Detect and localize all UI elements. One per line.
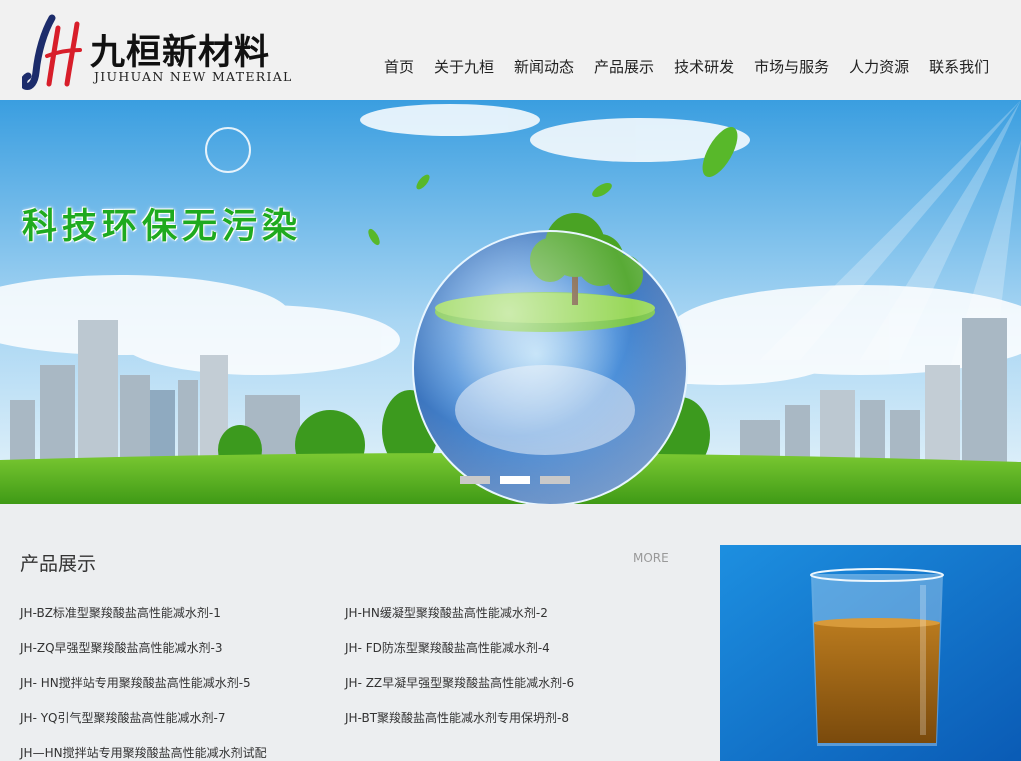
banner-image: [0, 100, 1021, 504]
nav-item-about[interactable]: 关于九桓: [424, 56, 504, 77]
product-item[interactable]: JH-ZQ早强型聚羧酸盐高性能减水剂-3: [20, 639, 223, 656]
product-item[interactable]: JH-HN缓凝型聚羧酸盐高性能减水剂-2: [345, 604, 548, 621]
jh-logo-icon: [22, 14, 82, 90]
nav-item-market[interactable]: 市场与服务: [744, 56, 839, 77]
products-title: 产品展示: [20, 553, 97, 575]
product-item[interactable]: JH—HN搅拌站专用聚羧酸盐高性能减水剂试配: [20, 744, 267, 761]
logo-name-cn: 九桓新材料: [90, 32, 271, 73]
product-item[interactable]: JH-BZ标准型聚羧酸盐高性能减水剂-1: [20, 604, 221, 621]
main-nav: 首页 关于九桓 新闻动态 产品展示 技术研发 市场与服务 人力资源 联系我们: [374, 56, 999, 77]
nav-item-rnd[interactable]: 技术研发: [664, 56, 744, 77]
nav-item-contact[interactable]: 联系我们: [919, 56, 999, 77]
product-item[interactable]: JH- YQ引气型聚羧酸盐高性能减水剂-7: [20, 709, 225, 726]
products-section: 产品展示 MORE JH-BZ标准型聚羧酸盐高性能减水剂-1 JH-HN缓凝型聚…: [0, 504, 700, 761]
nav-item-products[interactable]: 产品展示: [584, 56, 664, 77]
carousel-dot-1[interactable]: [460, 476, 490, 484]
site-header: 九桓新材料 JIUHUAN NEW MATERIAL 首页 关于九桓 新闻动态 …: [0, 0, 1021, 100]
logo-name-en: JIUHUAN NEW MATERIAL: [94, 69, 293, 84]
carousel-indicators: [460, 476, 570, 484]
product-item[interactable]: JH- ZZ早凝早强型聚羧酸盐高性能减水剂-6: [345, 674, 574, 691]
products-more-link[interactable]: MORE: [633, 551, 669, 565]
product-photo-beaker: [720, 545, 1021, 761]
nav-item-hr[interactable]: 人力资源: [839, 56, 919, 77]
product-item[interactable]: JH- FD防冻型聚羧酸盐高性能减水剂-4: [345, 639, 550, 656]
hero-banner[interactable]: 科技环保无污染: [0, 100, 1021, 504]
nav-item-home[interactable]: 首页: [374, 56, 424, 77]
carousel-dot-2[interactable]: [500, 476, 530, 484]
nav-item-news[interactable]: 新闻动态: [504, 56, 584, 77]
carousel-dot-3[interactable]: [540, 476, 570, 484]
product-item[interactable]: JH-BT聚羧酸盐高性能减水剂专用保坍剂-8: [345, 709, 569, 726]
product-item[interactable]: JH- HN搅拌站专用聚羧酸盐高性能减水剂-5: [20, 674, 251, 691]
banner-slogan: 科技环保无污染: [22, 207, 303, 247]
beaker-image: [720, 545, 1021, 761]
site-logo[interactable]: 九桓新材料 JIUHUAN NEW MATERIAL: [22, 12, 302, 92]
